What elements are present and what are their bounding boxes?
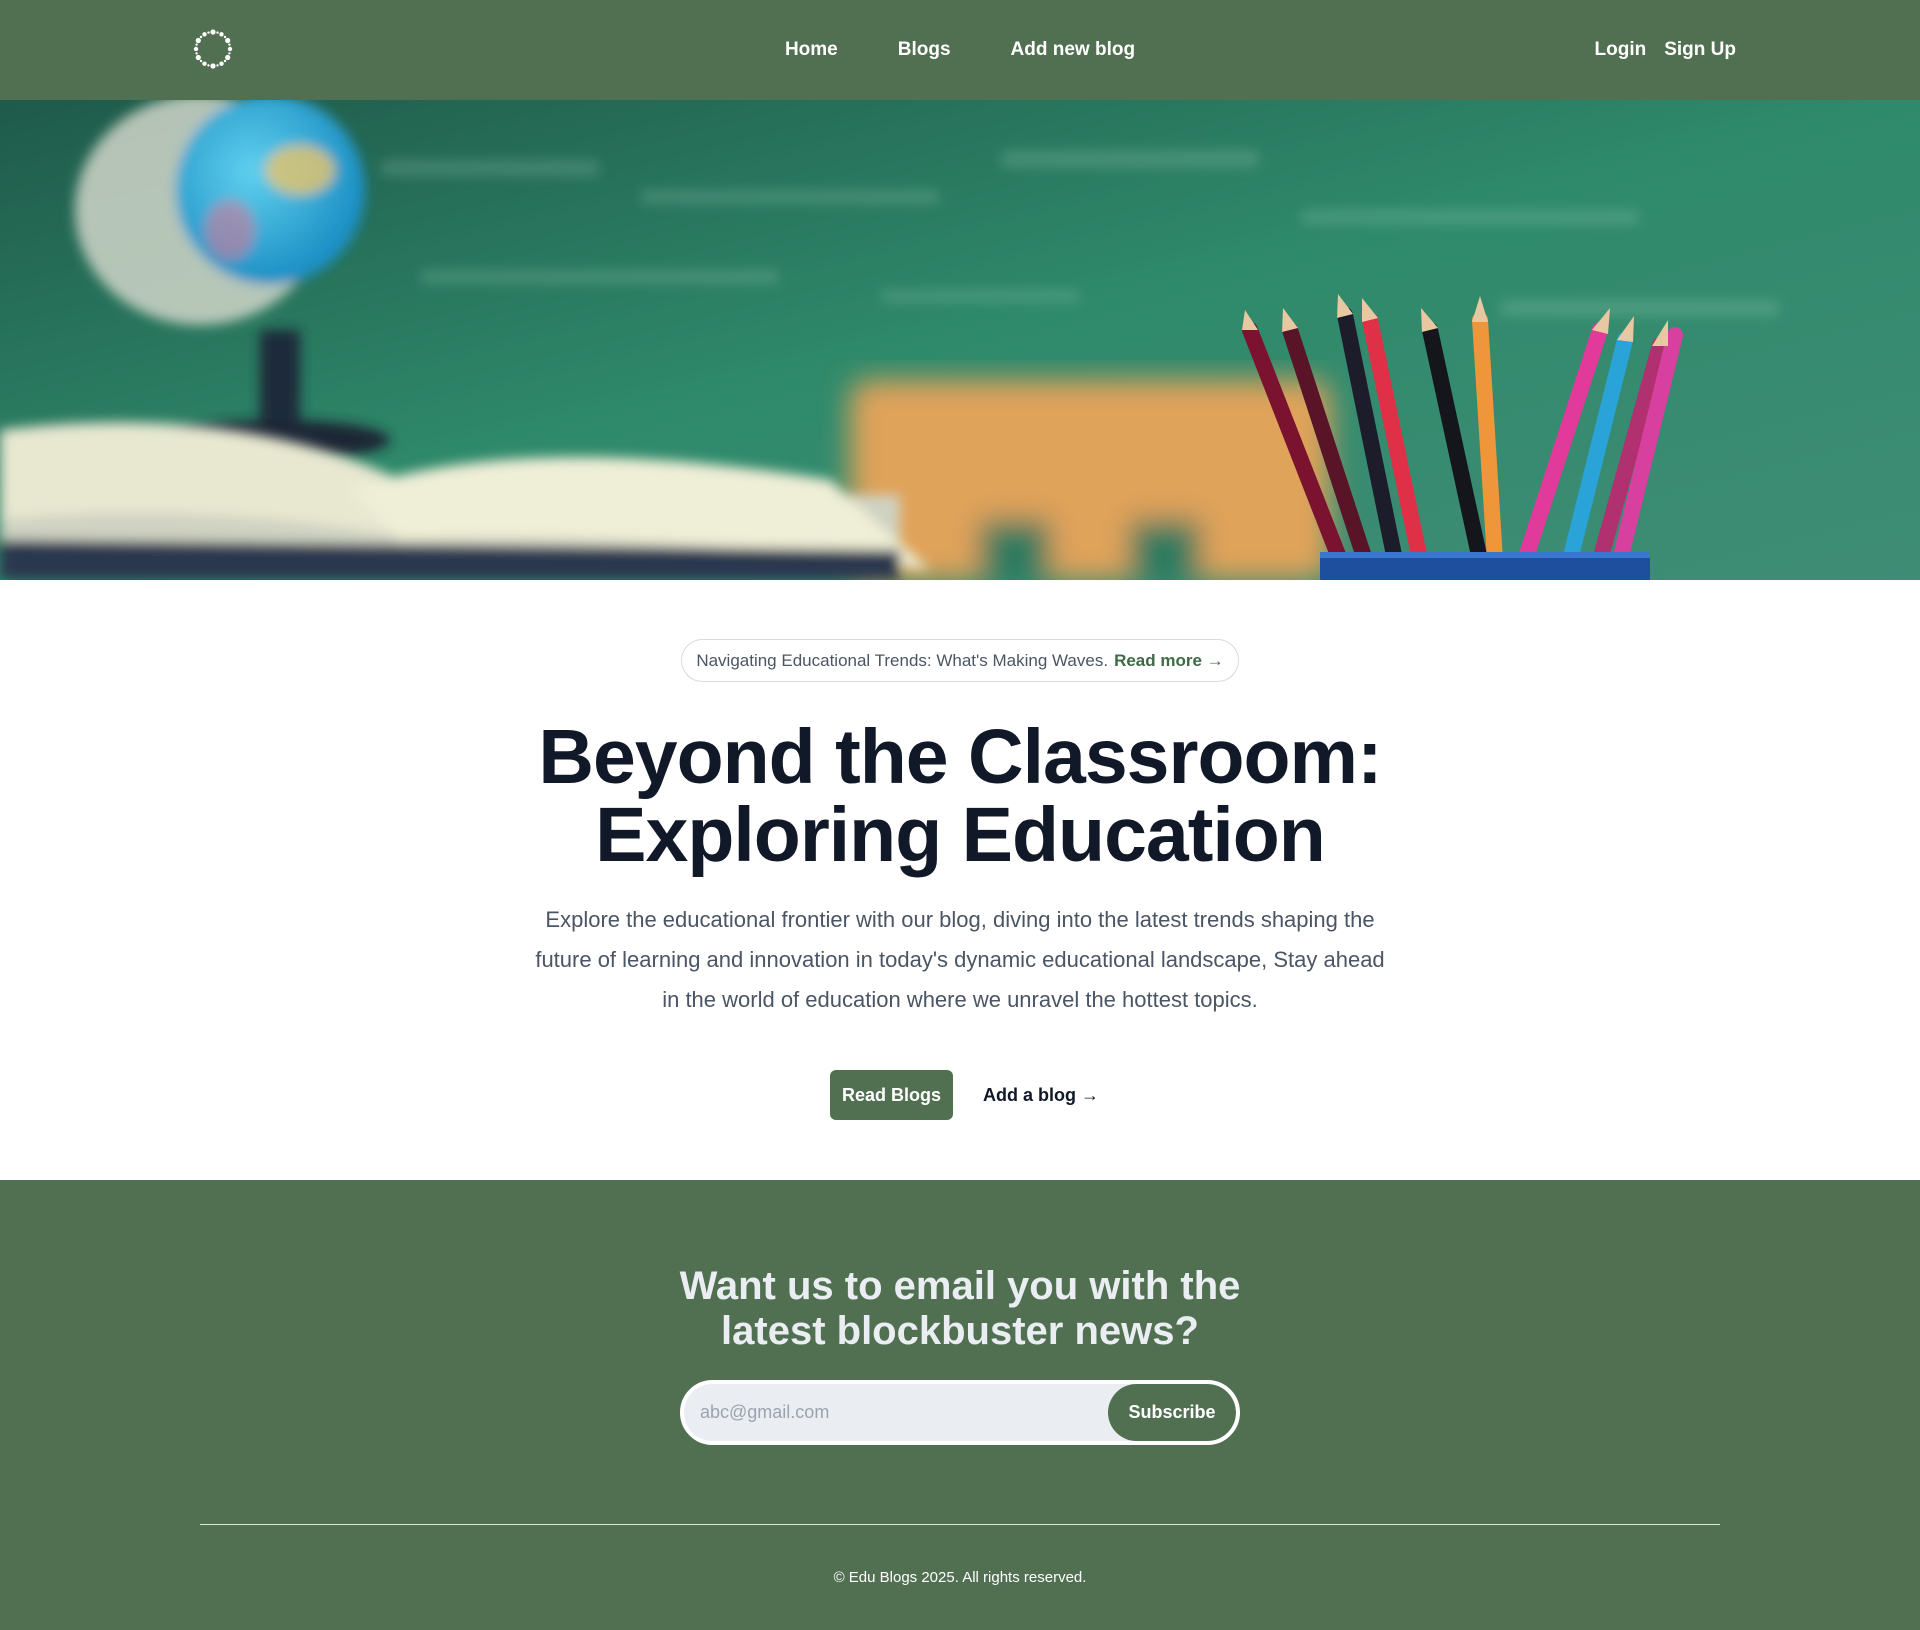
newsletter-form: Subscribe [680, 1380, 1240, 1445]
page-title-line-2: Exploring Education [595, 792, 1326, 878]
copyright-text: © Edu Blogs 2025. All rights reserved. [833, 1569, 1087, 1586]
read-more-link[interactable]: Read more → [1114, 651, 1224, 671]
page-title: Beyond the Classroom: Exploring Educatio… [360, 718, 1560, 874]
auth-links: Login Sign Up [1595, 0, 1736, 100]
page-title-line-1: Beyond the Classroom: [538, 714, 1382, 800]
newsletter-title-line-1: Want us to email you with the [679, 1264, 1241, 1308]
nav-link-blogs[interactable]: Blogs [898, 39, 951, 61]
footer-divider [200, 1524, 1720, 1525]
newsletter-footer: Want us to email you with the latest blo… [0, 1180, 1920, 1630]
read-blogs-button[interactable]: Read Blogs [830, 1070, 953, 1120]
nav-link-add-new-blog[interactable]: Add new blog [1011, 39, 1136, 61]
signup-link[interactable]: Sign Up [1664, 39, 1736, 61]
newsletter-title-line-2: latest blockbuster news? [721, 1309, 1199, 1353]
nav-link-home[interactable]: Home [785, 39, 838, 61]
hero-description: Explore the educational frontier with ou… [535, 907, 1385, 1012]
top-navbar: Home Blogs Add new blog Login Sign Up [0, 0, 1920, 100]
email-input[interactable] [684, 1384, 1104, 1441]
login-link[interactable]: Login [1595, 39, 1647, 61]
announcement-pill: Navigating Educational Trends: What's Ma… [681, 639, 1239, 682]
announcement-text: Navigating Educational Trends: What's Ma… [696, 650, 1109, 670]
newsletter-title: Want us to email you with the latest blo… [560, 1264, 1360, 1354]
add-blog-link[interactable]: Add a blog → [983, 1070, 1099, 1120]
subscribe-button[interactable]: Subscribe [1108, 1384, 1236, 1441]
hero-image [0, 100, 1920, 580]
